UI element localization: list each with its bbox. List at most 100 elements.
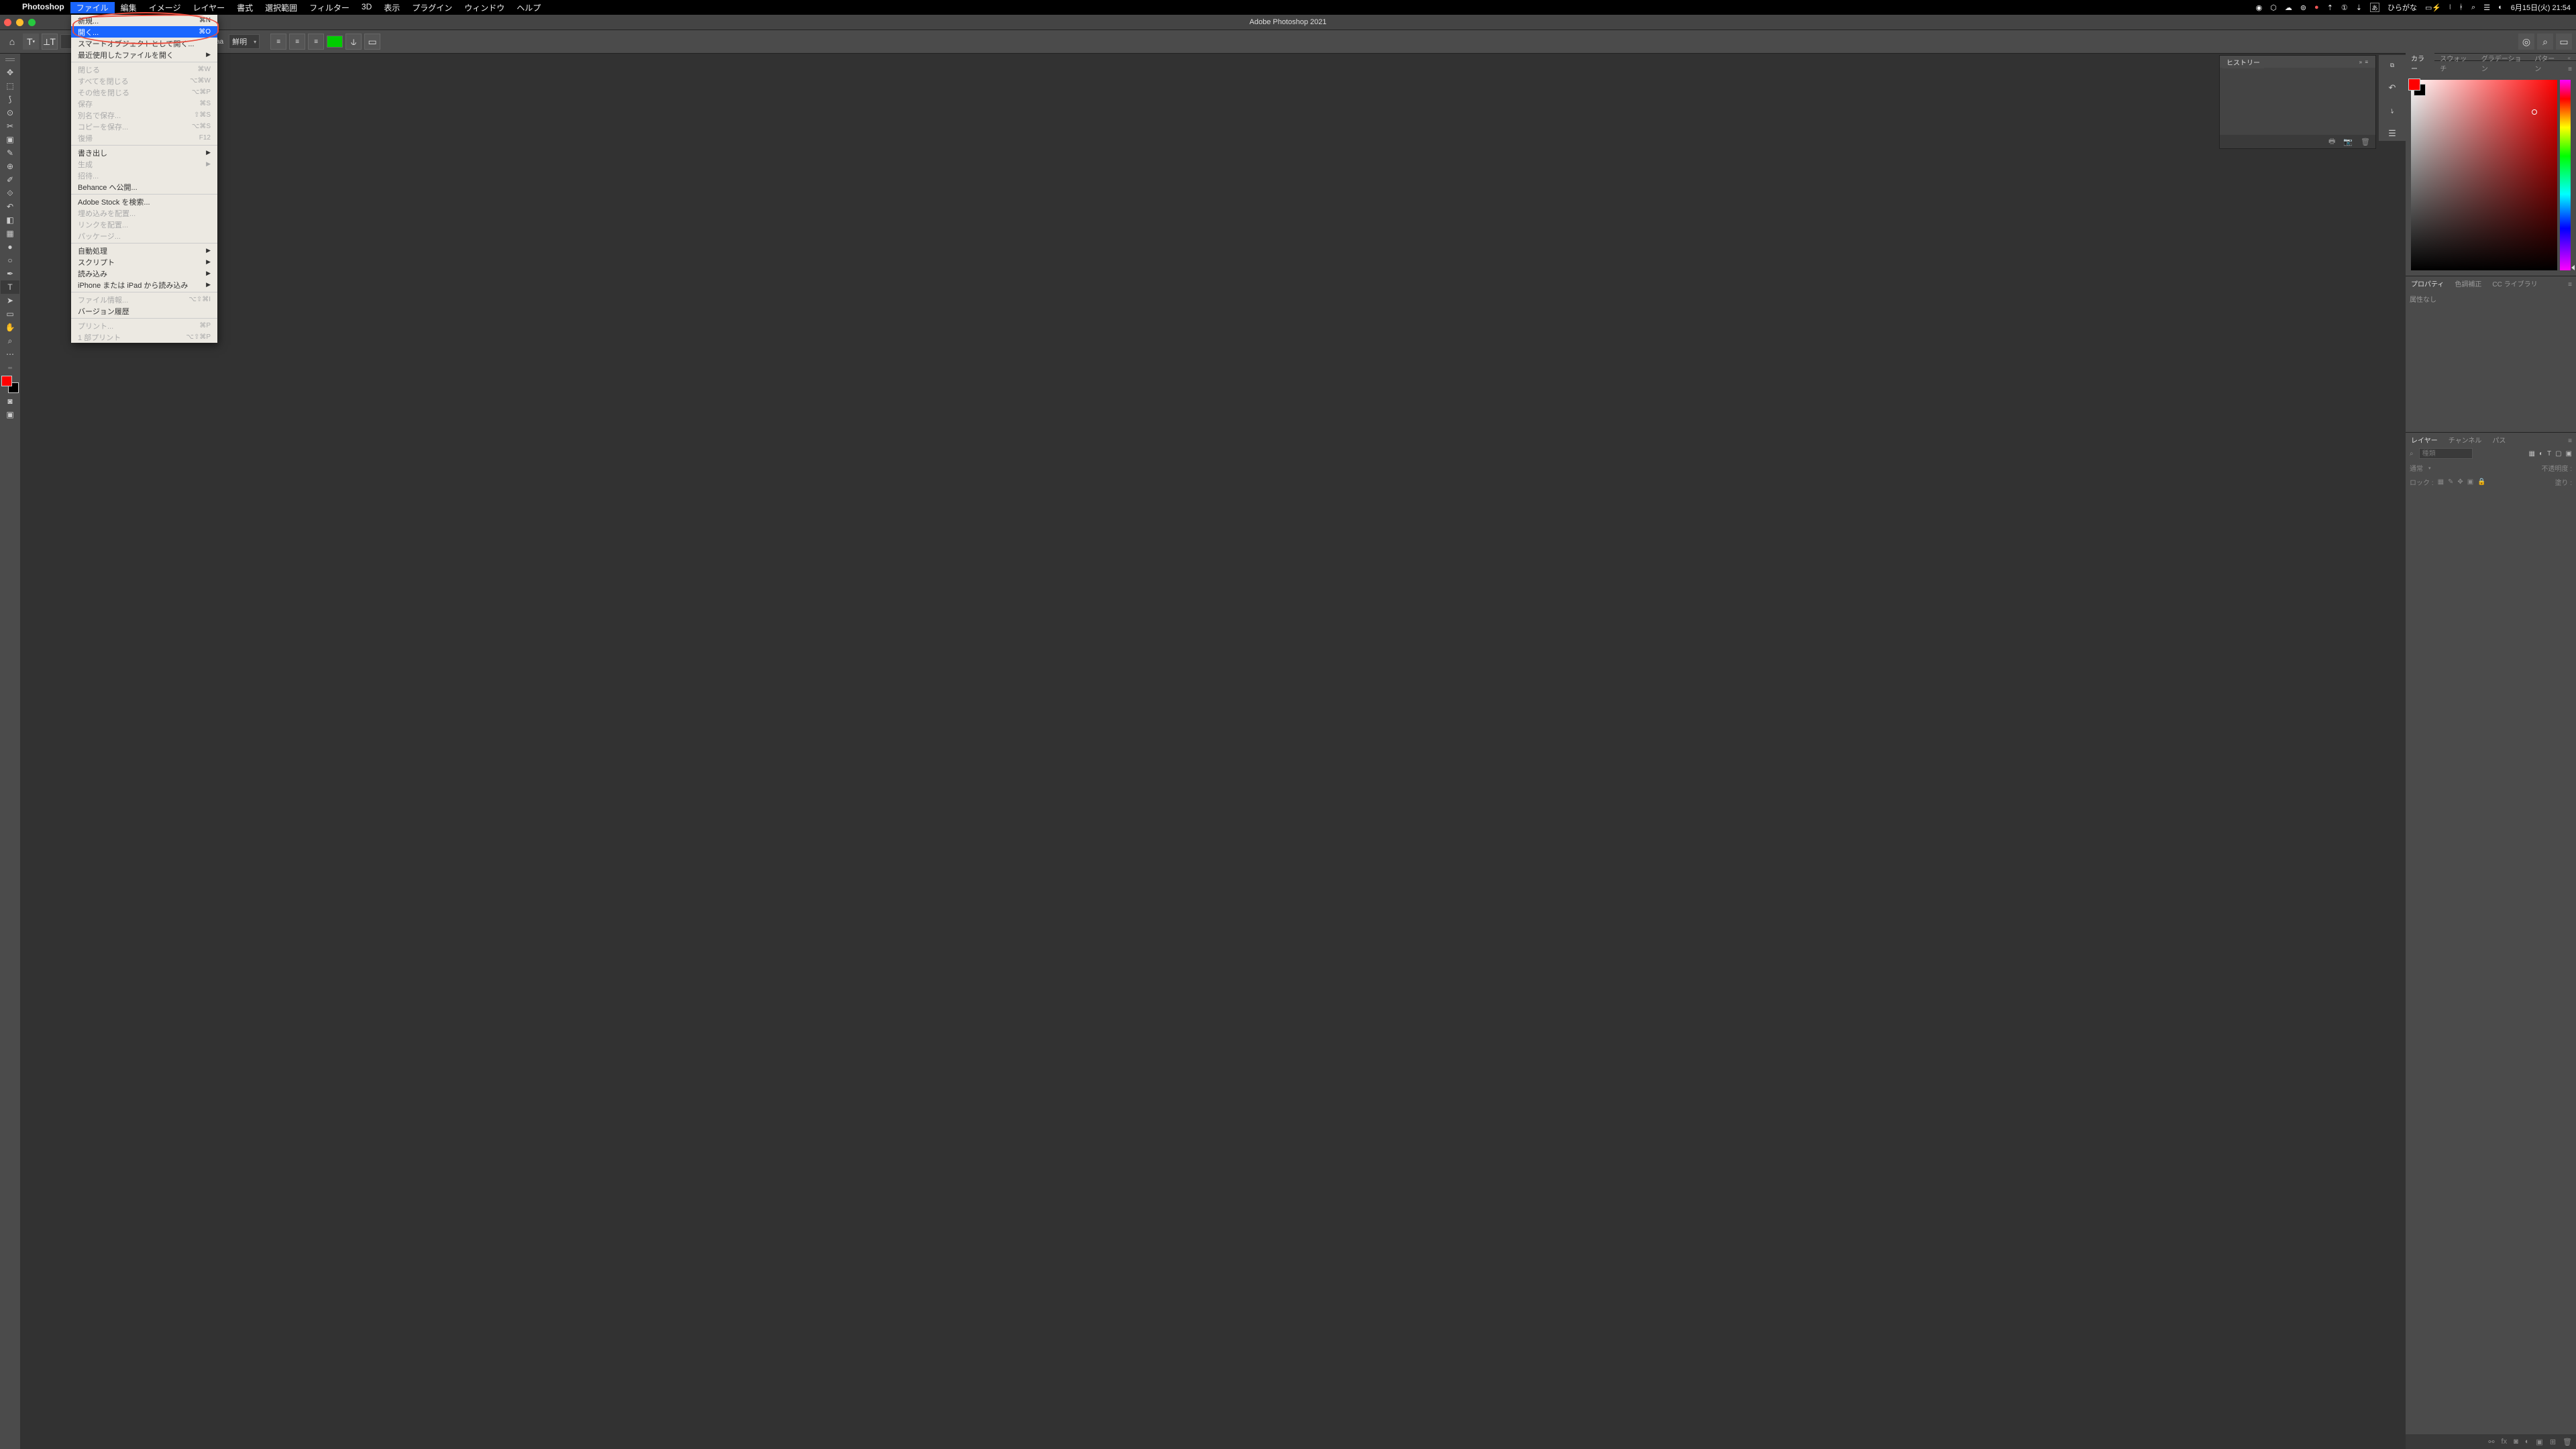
window-minimize-button[interactable]	[16, 19, 23, 26]
properties-tab[interactable]: プロパティ	[2406, 277, 2449, 290]
zoom-tool[interactable]: ⌕	[1, 334, 19, 347]
menu-ウィンドウ[interactable]: ウィンドウ	[458, 2, 511, 13]
status-siri-icon[interactable]: ◐	[2498, 3, 2503, 11]
history-snapshot-icon[interactable]: 📷	[2343, 138, 2353, 146]
dodge-tool[interactable]: ○	[1, 254, 19, 267]
menu-書式[interactable]: 書式	[231, 2, 259, 13]
menu-photoshop[interactable]: Photoshop	[16, 2, 70, 13]
apple-menu[interactable]	[5, 2, 16, 13]
history-brush-tool[interactable]: ↶	[1, 200, 19, 213]
status-control-center-icon[interactable]: ☰	[2483, 3, 2490, 12]
history-tab[interactable]: ヒストリー	[2222, 56, 2264, 68]
status-cloud-icon[interactable]: ☁	[2285, 3, 2292, 12]
strip-history-icon[interactable]: ↶	[2385, 80, 2400, 95]
file-menu-item[interactable]: iPhone または iPad から読み込み▶	[71, 279, 217, 290]
channels-tab[interactable]: チャンネル	[2443, 433, 2487, 446]
layers-panel-menu[interactable]: ≡	[2564, 436, 2576, 446]
status-search-icon[interactable]: ⌕	[2471, 3, 2475, 12]
menu-フィルター[interactable]: フィルター	[303, 2, 356, 13]
screenmode-button[interactable]: ▣	[1, 408, 19, 421]
panel-toggle-button[interactable]: ▭	[364, 34, 380, 50]
pen-tool[interactable]: ✒	[1, 267, 19, 280]
frame-tool[interactable]: ▣	[1, 133, 19, 146]
menu-表示[interactable]: 表示	[378, 2, 406, 13]
status-line-icon[interactable]: ◉	[2256, 3, 2263, 12]
shape-tool[interactable]: ▭	[1, 307, 19, 321]
file-menu-item[interactable]: スクリプト▶	[71, 256, 217, 268]
antialias-select[interactable]: 鮮明▾	[229, 34, 260, 49]
delete-layer-icon[interactable]: 🗑	[2563, 1438, 2572, 1446]
align-center-button[interactable]: ≡	[289, 34, 305, 50]
adjustment-layer-icon[interactable]: ◐	[2525, 1438, 2530, 1446]
menu-プラグイン[interactable]: プラグイン	[406, 2, 458, 13]
lock-position-icon[interactable]: ✎	[2448, 478, 2453, 486]
strip-85-icon[interactable]: ⧉	[2385, 58, 2400, 72]
file-menu-item[interactable]: 書き出し▶	[71, 147, 217, 158]
text-tool-icon[interactable]: T ▾	[23, 34, 39, 50]
window-close-button[interactable]	[4, 19, 11, 26]
lock-artboard-icon[interactable]: ▣	[2467, 478, 2473, 486]
menu-編集[interactable]: 編集	[115, 2, 143, 13]
warp-text-button[interactable]: ⫝	[345, 34, 362, 50]
layers-tab[interactable]: レイヤー	[2406, 433, 2443, 446]
file-menu-item[interactable]: Behance へ公開...	[71, 181, 217, 193]
gradient-tool[interactable]: ▦	[1, 227, 19, 240]
status-rec-icon[interactable]: ●	[2314, 3, 2319, 11]
link-layers-icon[interactable]: ⚯	[2488, 1438, 2494, 1446]
brush-tool[interactable]: ✐	[1, 173, 19, 186]
properties-panel-menu[interactable]: ≡	[2564, 280, 2576, 290]
file-menu-item[interactable]: バージョン履歴	[71, 305, 217, 317]
file-menu-item[interactable]: 自動処理▶	[71, 245, 217, 256]
status-1-icon[interactable]: ①	[2341, 3, 2348, 12]
lasso-tool[interactable]: ⟆	[1, 93, 19, 106]
history-trash-icon[interactable]: 🗑	[2361, 138, 2370, 146]
status-up-icon[interactable]: ⇡	[2327, 3, 2333, 12]
blend-mode-select[interactable]: 通常	[2410, 463, 2423, 473]
text-orient-toggle[interactable]: ⟂T	[42, 34, 58, 50]
edit-toolbar[interactable]: ▫▫	[1, 361, 19, 374]
gradient-tab[interactable]: グラデーション	[2476, 52, 2529, 74]
status-dropbox-icon[interactable]: ⬡	[2270, 3, 2277, 12]
lock-move-icon[interactable]: ✥	[2457, 478, 2463, 486]
status-battery-icon[interactable]: ▭⚡	[2425, 3, 2441, 12]
paths-tab[interactable]: パス	[2487, 433, 2511, 446]
file-menu-item[interactable]: 開く...⌘O	[71, 26, 217, 38]
filter-shape-icon[interactable]: ▢	[2555, 450, 2561, 458]
blur-tool[interactable]: ●	[1, 240, 19, 254]
filter-pixel-icon[interactable]: ▦	[2528, 450, 2534, 458]
menu-ファイル[interactable]: ファイル	[70, 2, 115, 13]
status-ime-mode[interactable]: ひらがな	[2387, 2, 2417, 13]
path-select-tool[interactable]: ➤	[1, 294, 19, 307]
swatches-tab[interactable]: スウォッチ	[2434, 52, 2475, 74]
share-button[interactable]: ◎	[2518, 34, 2534, 50]
crop-tool[interactable]: ✂	[1, 119, 19, 133]
move-tool[interactable]: ✥	[1, 66, 19, 79]
hand-tool[interactable]: ✋	[1, 321, 19, 334]
home-button[interactable]: ⌂	[4, 34, 20, 50]
menu-レイヤー[interactable]: レイヤー	[186, 2, 231, 13]
history-doc-icon[interactable]: 🖶	[2328, 136, 2335, 148]
color-panel-menu[interactable]: ≡	[2564, 64, 2576, 74]
filter-type-icon[interactable]: T	[2547, 450, 2551, 458]
panel-color-swatch[interactable]	[2408, 78, 2420, 91]
history-collapse-button[interactable]: » ≡	[2355, 58, 2373, 66]
status-bluetooth-icon[interactable]: ᚼ	[2459, 3, 2463, 11]
strip-brush-icon[interactable]: ⭏	[2385, 103, 2400, 118]
window-zoom-button[interactable]	[28, 19, 36, 26]
adjustments-tab[interactable]: 色調補正	[2449, 277, 2487, 290]
lock-all-icon[interactable]: 🔒	[2477, 478, 2485, 486]
layer-mask-icon[interactable]: ◙	[2514, 1438, 2518, 1446]
more-tools[interactable]: ⋯	[1, 347, 19, 361]
file-menu-item[interactable]: スマートオブジェクトとして開く...	[71, 38, 217, 49]
quick-select-tool[interactable]: ⊙	[1, 106, 19, 119]
stamp-tool[interactable]: ⟐	[1, 186, 19, 200]
color-tab[interactable]: カラー	[2406, 52, 2434, 74]
workspace-button[interactable]: ▭	[2556, 34, 2572, 50]
filter-kind-select[interactable]	[2419, 448, 2473, 459]
new-layer-icon[interactable]: ⊞	[2550, 1438, 2556, 1446]
filter-smart-icon[interactable]: ▣	[2566, 450, 2572, 458]
pattern-tab[interactable]: パターン	[2529, 52, 2564, 74]
search-button[interactable]: ⌕	[2537, 34, 2553, 50]
file-menu-item[interactable]: Adobe Stock を検索...	[71, 196, 217, 207]
filter-search-icon[interactable]: ⌕	[2410, 450, 2414, 458]
